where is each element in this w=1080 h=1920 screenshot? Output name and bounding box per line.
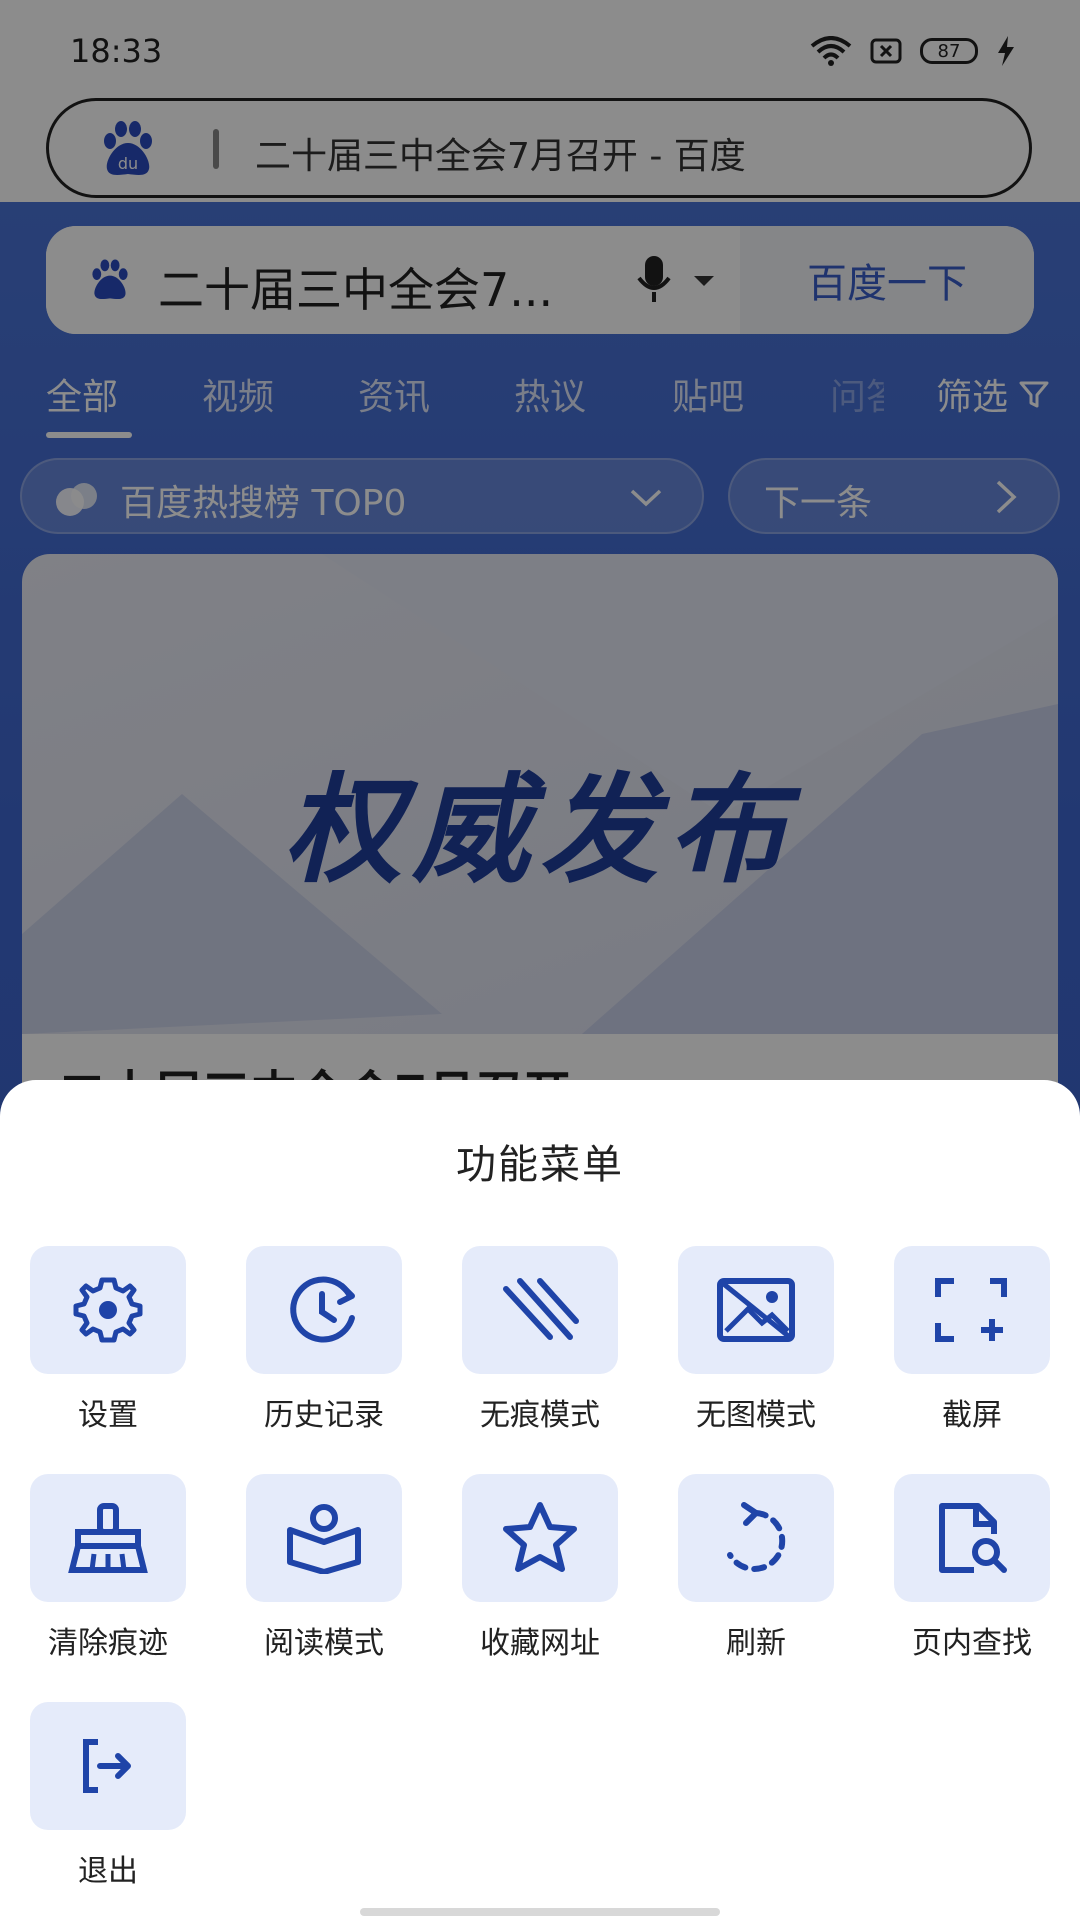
menu-label: 清除痕迹 bbox=[48, 1626, 168, 1661]
menu-label: 页内查找 bbox=[912, 1626, 1032, 1661]
menu-label: 阅读模式 bbox=[264, 1626, 384, 1661]
find-in-page-icon bbox=[939, 1503, 1007, 1573]
menu-item-clear-traces[interactable]: 清除痕迹 bbox=[28, 1474, 188, 1662]
screenshot-icon bbox=[935, 1278, 1007, 1342]
gear-icon bbox=[73, 1277, 143, 1343]
menu-label: 无痕模式 bbox=[480, 1398, 600, 1433]
menu-item-settings[interactable]: 设置 bbox=[28, 1246, 188, 1434]
menu-label: 刷新 bbox=[726, 1626, 786, 1661]
menu-item-find-in-page[interactable]: 页内查找 bbox=[892, 1474, 1052, 1662]
sheet-title: 功能菜单 bbox=[456, 1142, 624, 1188]
menu-item-refresh[interactable]: 刷新 bbox=[676, 1474, 836, 1662]
menu-item-history[interactable]: 历史记录 bbox=[244, 1246, 404, 1434]
menu-tile[interactable] bbox=[246, 1474, 402, 1602]
exit-icon bbox=[83, 1739, 131, 1793]
menu-label: 退出 bbox=[78, 1854, 138, 1889]
menu-label: 历史记录 bbox=[264, 1398, 384, 1433]
menu-tile[interactable] bbox=[246, 1246, 402, 1374]
menu-item-reading-mode[interactable]: 阅读模式 bbox=[244, 1474, 404, 1662]
home-indicator[interactable] bbox=[360, 1908, 720, 1916]
menu-label: 截屏 bbox=[942, 1398, 1002, 1433]
menu-label: 设置 bbox=[78, 1398, 138, 1433]
menu-label: 无图模式 bbox=[696, 1398, 816, 1433]
menu-tile[interactable] bbox=[30, 1702, 186, 1830]
menu-label: 收藏网址 bbox=[480, 1626, 600, 1661]
incognito-icon bbox=[503, 1278, 579, 1340]
menu-tile[interactable] bbox=[462, 1246, 618, 1374]
reading-icon bbox=[287, 1504, 361, 1574]
broom-icon bbox=[68, 1503, 148, 1573]
menu-item-bookmark[interactable]: 收藏网址 bbox=[460, 1474, 620, 1662]
menu-item-no-image[interactable]: 无图模式 bbox=[676, 1246, 836, 1434]
menu-tile[interactable] bbox=[678, 1246, 834, 1374]
menu-item-incognito[interactable]: 无痕模式 bbox=[460, 1246, 620, 1434]
refresh-icon bbox=[727, 1502, 786, 1572]
menu-tile[interactable] bbox=[894, 1474, 1050, 1602]
history-icon bbox=[290, 1276, 355, 1343]
menu-tile[interactable] bbox=[894, 1246, 1050, 1374]
menu-item-exit[interactable]: 退出 bbox=[28, 1702, 188, 1890]
function-menu-sheet: 功能菜单 设置 历史记录 无痕模式 无图模式 截屏 清除痕迹 阅读模式 收藏网址… bbox=[0, 1080, 1080, 1920]
menu-tile[interactable] bbox=[30, 1246, 186, 1374]
menu-item-screenshot[interactable]: 截屏 bbox=[892, 1246, 1052, 1434]
no-image-icon bbox=[717, 1278, 795, 1342]
menu-tile[interactable] bbox=[30, 1474, 186, 1602]
star-icon bbox=[503, 1502, 577, 1572]
menu-tile[interactable] bbox=[462, 1474, 618, 1602]
menu-tile[interactable] bbox=[678, 1474, 834, 1602]
